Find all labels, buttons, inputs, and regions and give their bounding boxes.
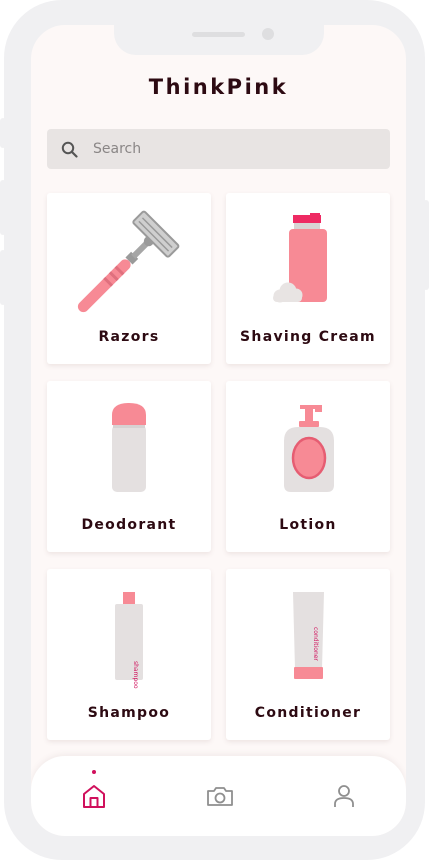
razor-icon	[77, 210, 180, 313]
notch	[114, 25, 324, 55]
category-label: Razors	[98, 329, 160, 345]
category-card-shaving-cream[interactable]: Shaving Cream	[226, 193, 390, 364]
conditioner-icon: conditioner	[293, 592, 324, 679]
search-icon	[61, 141, 78, 158]
tab-camera[interactable]	[199, 776, 239, 816]
camera-icon	[207, 787, 233, 806]
category-label: Deodorant	[81, 517, 177, 533]
tab-home[interactable]	[74, 776, 114, 816]
tab-profile[interactable]	[324, 776, 364, 816]
volume-up-button	[0, 180, 6, 235]
category-label: Shaving Cream	[240, 329, 376, 345]
user-icon	[334, 785, 354, 807]
search-input[interactable]	[93, 129, 373, 169]
shampoo-bottle-text: shampoo	[132, 661, 139, 689]
shaving-cream-icon	[273, 213, 327, 303]
category-card-deodorant[interactable]: Deodorant	[47, 381, 211, 552]
category-card-razors[interactable]: Razors	[47, 193, 211, 364]
app-screen: ThinkPink Search Razors Shaving Cream De…	[31, 25, 406, 836]
category-card-shampoo[interactable]: shampoo Shampoo	[47, 569, 211, 740]
phone-frame: ThinkPink Search Razors Shaving Cream De…	[0, 0, 429, 860]
front-camera	[262, 28, 274, 40]
deodorant-icon	[112, 403, 146, 492]
active-tab-indicator	[92, 770, 96, 774]
volume-down-button	[0, 250, 6, 305]
lotion-icon	[284, 405, 334, 492]
mute-switch	[0, 118, 6, 148]
bottom-tab-bar	[31, 756, 406, 836]
category-label: Shampoo	[87, 705, 171, 721]
app-title: ThinkPink	[148, 75, 289, 99]
speaker-grille	[192, 32, 245, 37]
search-bar[interactable]	[47, 129, 390, 169]
category-label: Lotion	[279, 517, 337, 533]
category-label: Conditioner	[254, 705, 362, 721]
shampoo-icon: shampoo	[115, 592, 143, 689]
home-icon	[83, 785, 105, 808]
conditioner-bottle-text: conditioner	[312, 627, 319, 661]
category-card-lotion[interactable]: Lotion	[226, 381, 390, 552]
power-button	[423, 200, 429, 290]
category-card-conditioner[interactable]: conditioner Conditioner	[226, 569, 390, 740]
